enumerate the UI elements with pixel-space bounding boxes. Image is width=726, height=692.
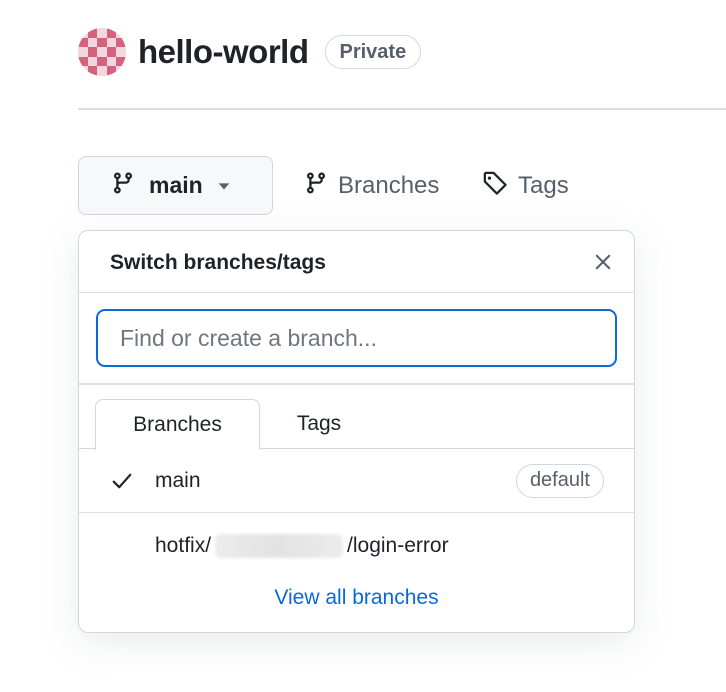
branch-name-suffix: /login-error	[347, 533, 449, 557]
branch-search-input[interactable]	[120, 324, 615, 352]
check-icon	[111, 470, 133, 498]
dropdown-title: Switch branches/tags	[110, 251, 326, 274]
branch-name-prefix: hotfix/	[155, 533, 212, 557]
branches-link-label: Branches	[338, 172, 440, 199]
tag-icon	[482, 170, 508, 203]
current-branch-label: main	[149, 172, 203, 198]
page: hello-world Private main Branches Tags S…	[0, 0, 726, 692]
tab-tags[interactable]: Tags	[269, 399, 369, 449]
branch-search-field[interactable]	[96, 309, 617, 367]
branch-selector-button[interactable]: main	[78, 156, 273, 215]
avatar[interactable]	[78, 28, 126, 76]
view-all-branches-link[interactable]: View all branches	[79, 586, 634, 610]
header-divider	[78, 108, 726, 110]
divider	[79, 383, 634, 385]
repo-name[interactable]: hello-world	[138, 33, 309, 71]
caret-down-icon	[217, 172, 231, 199]
dropdown-header: Switch branches/tags	[79, 231, 634, 293]
branch-item-main[interactable]: main default	[79, 449, 634, 513]
repo-header: hello-world Private	[78, 28, 422, 76]
git-branch-icon	[111, 171, 135, 201]
branch-name: hotfix/ /login-error	[155, 533, 449, 559]
tab-branches[interactable]: Branches	[95, 399, 260, 450]
branch-item-hotfix[interactable]: hotfix/ /login-error	[79, 514, 634, 578]
tags-link[interactable]: Tags	[482, 168, 569, 204]
tab-list: Branches Tags	[79, 399, 634, 450]
tags-link-label: Tags	[518, 172, 569, 199]
default-badge: default	[515, 463, 604, 498]
branches-link[interactable]: Branches	[304, 168, 439, 204]
redacted-segment	[215, 534, 344, 559]
git-branch-icon	[304, 171, 328, 202]
close-icon[interactable]	[590, 249, 616, 275]
visibility-badge: Private	[324, 35, 422, 69]
branch-switch-dropdown: Switch branches/tags Branches Tags main …	[78, 230, 635, 633]
branch-name: main	[155, 468, 201, 492]
